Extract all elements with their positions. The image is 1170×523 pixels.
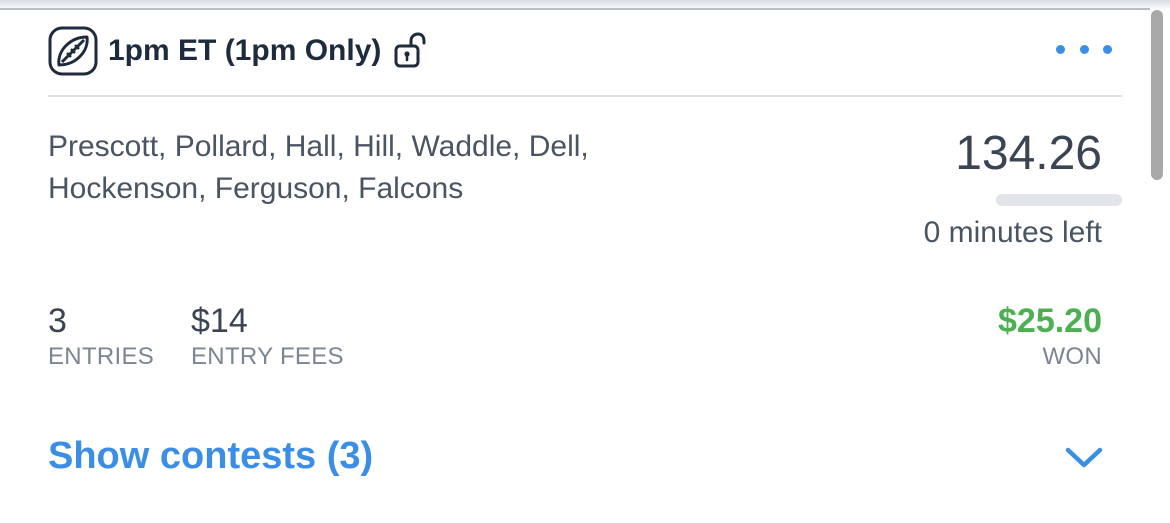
entries-value: 3 [48,302,67,340]
lineup-players: Prescott, Pollard, Hall, Hill, Waddle, D… [48,130,589,205]
more-options-icon[interactable] [1056,39,1112,59]
entry-fees-value: $14 [191,302,248,340]
won-value: $25.20 [998,302,1102,340]
entry-fees-label: ENTRY FEES [191,343,344,370]
header-divider [48,95,1122,97]
entries-label: ENTRIES [48,343,155,370]
scrollbar[interactable] [1151,10,1163,180]
won-stat: $25.20 WON [998,300,1102,372]
page: 1pm ET (1pm Only) Prescott, Pollard, Hal… [0,0,1170,523]
entries-stat: 3 ENTRIES [48,300,154,372]
time-progress-bar [996,194,1122,206]
unlocked-lock-icon [394,32,426,68]
show-contests-button[interactable]: Show contests (3) [48,435,373,478]
card-header: 1pm ET (1pm Only) [48,25,1122,77]
contest-title: 1pm ET (1pm Only) [108,34,382,67]
won-label: WON [1042,343,1102,370]
football-icon [48,26,98,76]
contest-card: 1pm ET (1pm Only) Prescott, Pollard, Hal… [0,10,1150,523]
chevron-down-icon[interactable] [1064,442,1104,472]
entry-fees-stat: $14 ENTRY FEES [191,300,344,372]
time-left: 0 minutes left [923,216,1102,249]
lineup-score: 134.26 [955,127,1102,180]
